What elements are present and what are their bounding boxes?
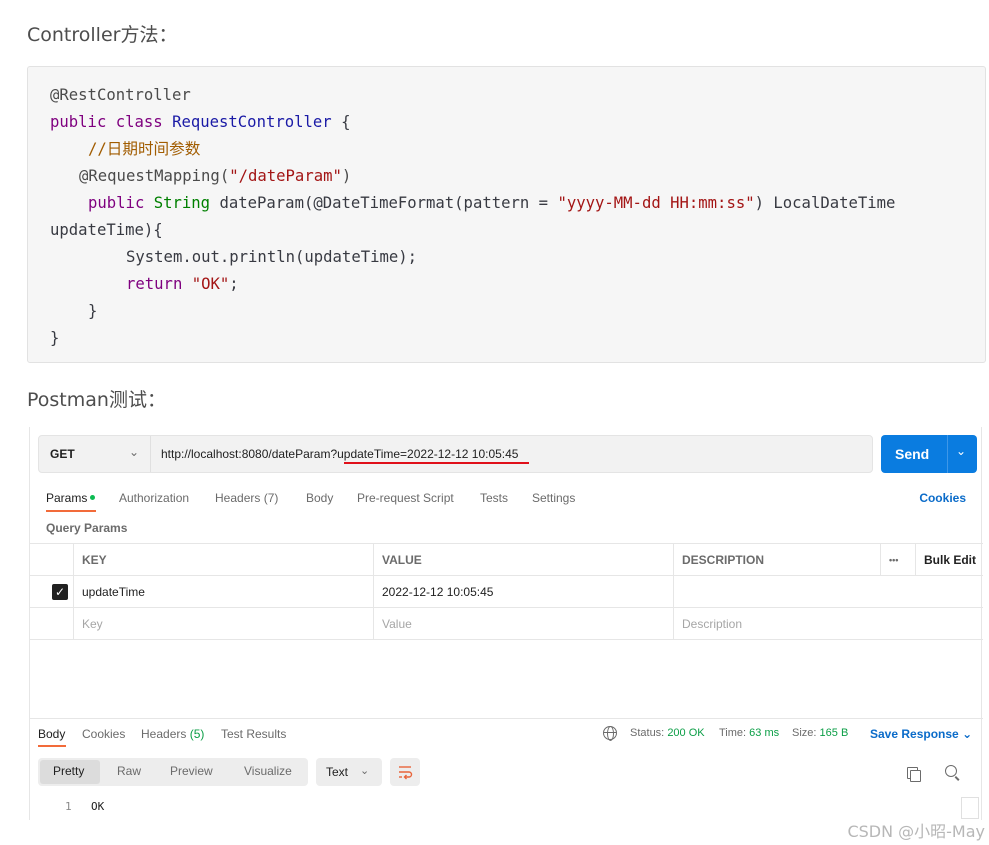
response-tab-headers[interactable]: Headers (5) [141, 727, 204, 741]
status-readout: Status: 200 OK [630, 727, 705, 739]
send-button[interactable]: Send ⌄ [881, 435, 977, 473]
col-value-header: VALUE [373, 544, 673, 576]
url-input[interactable]: http://localhost:8080/dateParam?updateTi… [161, 447, 518, 461]
code-line-8: return "OK"; [126, 275, 239, 293]
params-header-row: KEY VALUE DESCRIPTION ••• Bulk Edit [30, 544, 983, 576]
view-raw[interactable]: Raw [117, 764, 141, 778]
active-tab-underline [38, 745, 66, 747]
chevron-down-icon: ⌄ [129, 445, 140, 459]
request-tabs: Params Authorization Headers (7) Body Pr… [30, 488, 983, 514]
code-line-9: } [88, 302, 98, 320]
request-bar: GET ⌄ http://localhost:8080/dateParam?up… [38, 435, 873, 473]
method-select[interactable]: GET ⌄ [39, 436, 151, 472]
wrap-lines-button[interactable] [390, 758, 420, 786]
table-row: ✓ updateTime 2022-12-12 10:05:45 [30, 576, 983, 608]
bulk-edit-button[interactable]: Bulk Edit [915, 544, 983, 576]
method-label: GET [50, 447, 75, 461]
postman-screenshot: GET ⌄ http://localhost:8080/dateParam?up… [29, 427, 983, 820]
param-value[interactable]: 2022-12-12 10:05:45 [373, 576, 673, 608]
response-body-text: OK [91, 800, 105, 813]
code-line-7: System.out.println(updateTime); [126, 248, 418, 266]
view-pretty[interactable]: Pretty [53, 764, 84, 778]
params-indicator-dot [90, 495, 95, 500]
tab-params[interactable]: Params [46, 491, 87, 505]
table-row-empty: Key Value Description [30, 608, 983, 640]
globe-icon[interactable] [603, 726, 617, 741]
tab-settings[interactable]: Settings [532, 491, 575, 505]
value-placeholder[interactable]: Value [373, 608, 673, 640]
query-params-title: Query Params [46, 521, 128, 535]
copy-icon[interactable] [907, 767, 921, 782]
tab-headers[interactable]: Headers (7) [215, 491, 278, 505]
more-options-icon[interactable]: ••• [880, 544, 915, 576]
response-tab-cookies[interactable]: Cookies [82, 727, 125, 741]
chevron-down-icon: ⌄ [360, 765, 370, 777]
url-annotation-underline [344, 462, 529, 464]
code-line-10: } [50, 329, 60, 347]
tab-tests[interactable]: Tests [480, 491, 508, 505]
time-readout: Time: 63 ms [719, 727, 780, 739]
description-placeholder[interactable]: Description [673, 608, 983, 640]
scrollbar[interactable] [961, 797, 979, 819]
chevron-down-icon[interactable]: ⌄ [956, 444, 966, 458]
code-line-6: updateTime){ [50, 221, 163, 239]
chevron-down-icon: ⌄ [962, 727, 973, 741]
param-checkbox[interactable]: ✓ [52, 584, 68, 600]
response-tab-body[interactable]: Body [38, 727, 65, 741]
response-tab-test-results[interactable]: Test Results [221, 727, 286, 741]
code-line-5: public String dateParam(@DateTimeFormat(… [88, 194, 896, 212]
code-block: @RestController public class RequestCont… [27, 66, 986, 363]
col-description-header: DESCRIPTION [673, 544, 880, 576]
controller-heading: Controller方法： [27, 24, 178, 46]
tab-authorization[interactable]: Authorization [119, 491, 189, 505]
watermark: CSDN @小昭-May [847, 822, 985, 841]
code-line-1: @RestController [50, 86, 191, 104]
cookies-link[interactable]: Cookies [919, 491, 966, 505]
param-key[interactable]: updateTime [73, 576, 373, 608]
col-key-header: KEY [73, 544, 373, 576]
format-label: Text [326, 765, 349, 779]
send-label: Send [895, 446, 930, 462]
search-icon[interactable] [945, 765, 957, 777]
view-preview[interactable]: Preview [170, 764, 213, 778]
wrap-lines-icon [399, 766, 413, 780]
size-readout: Size: 165 B [792, 727, 849, 739]
response-view-selector: Pretty Raw Preview Visualize [38, 758, 308, 786]
params-table: KEY VALUE DESCRIPTION ••• Bulk Edit ✓ up… [30, 543, 983, 640]
active-tab-underline [46, 510, 96, 512]
format-select[interactable]: Text ⌄ [316, 758, 382, 786]
postman-heading: Postman测试： [27, 389, 166, 411]
code-line-2: public class RequestController { [50, 113, 351, 131]
tab-body[interactable]: Body [306, 491, 333, 505]
code-line-3: //日期时间参数 [88, 140, 201, 158]
tab-prerequest-script[interactable]: Pre-request Script [357, 491, 454, 505]
response-divider [30, 718, 983, 719]
param-description[interactable] [673, 576, 983, 608]
save-response-button[interactable]: Save Response ⌄ [870, 727, 972, 741]
key-placeholder[interactable]: Key [73, 608, 373, 640]
code-line-4: @RequestMapping("/dateParam") [79, 167, 352, 185]
line-number: 1 [65, 800, 72, 813]
view-visualize[interactable]: Visualize [244, 764, 292, 778]
send-divider [947, 435, 948, 473]
